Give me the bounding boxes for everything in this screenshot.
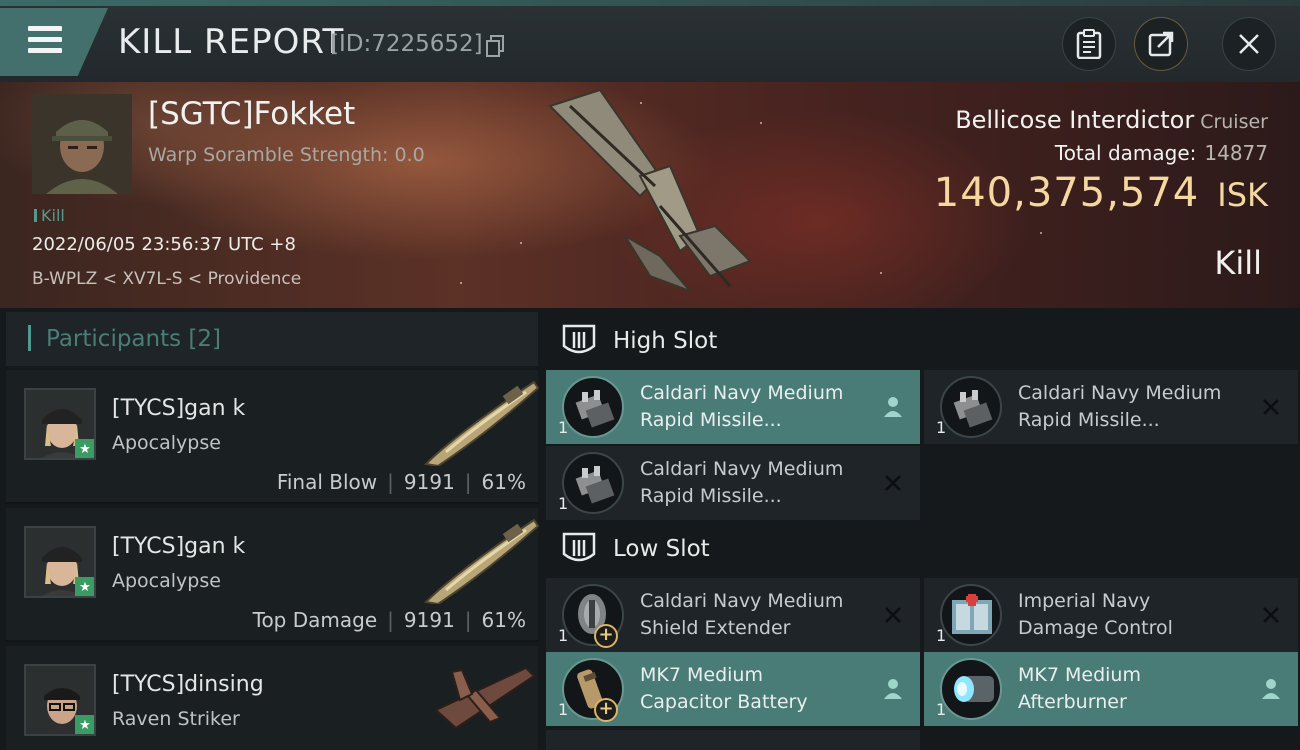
star-icon: ★ [75, 715, 94, 734]
high-slot-title: High Slot [613, 328, 718, 354]
damage-control-icon [940, 584, 1002, 646]
participant-ship: Apocalypse [112, 432, 221, 454]
participant-ship: Apocalypse [112, 570, 221, 592]
module-item[interactable]: + 1 MK7 Medium Capacitor Battery [546, 652, 920, 726]
module-item[interactable]: 1 Imperial Navy Damage Control [924, 578, 1298, 652]
kill-location: B-WPLZ < XV7L-S < Providence [32, 269, 302, 289]
participant-name[interactable]: [TYCS]dinsing [112, 672, 264, 697]
pilot-portrait-icon [32, 94, 132, 194]
launcher-icon [940, 376, 1002, 438]
afterburner-icon [940, 658, 1002, 720]
module-quantity: 1 [936, 418, 947, 437]
menu-button[interactable] [0, 8, 108, 76]
high-slot-header: High Slot [546, 312, 1300, 372]
victim-ship-image[interactable] [540, 86, 760, 304]
victim-ship-name: Bellicose Interdictor Cruiser [955, 106, 1268, 134]
module-name: Caldari Navy Medium Shield Extender [640, 590, 844, 639]
module-name: Caldari Navy Medium Rapid Missile... [640, 458, 844, 507]
destroyed-icon [1258, 602, 1284, 628]
dropped-icon [1258, 676, 1284, 702]
module-quantity: 1 [558, 700, 569, 719]
module-quantity: 1 [936, 626, 947, 645]
module-name: Caldari Navy Medium Rapid Missile... [1018, 382, 1222, 431]
launcher-icon [562, 452, 624, 514]
destroyed-icon [880, 470, 906, 496]
plus-icon: + [594, 624, 618, 648]
avatar: ★ [24, 664, 96, 736]
avatar: ★ [24, 526, 96, 598]
clipboard-icon [1076, 29, 1102, 59]
copy-icon[interactable] [486, 35, 504, 57]
module-item[interactable]: + 1 Caldari Navy Medium Shield Extender [546, 578, 920, 652]
module-item-partial[interactable] [546, 730, 920, 750]
participant-ship: Raven Striker [112, 708, 240, 730]
launcher-icon [562, 376, 624, 438]
title-bar: KILL REPORT [ID:7225652] [0, 0, 1300, 82]
close-button[interactable] [1222, 17, 1276, 71]
participant-role: Top Damage [252, 608, 378, 632]
dropped-icon [880, 394, 906, 420]
module-quantity: 1 [558, 626, 569, 645]
plus-icon: + [594, 698, 618, 722]
high-slot-icon [562, 324, 596, 354]
participants-title: Participants [2] [46, 326, 221, 352]
page-title: KILL REPORT [118, 22, 345, 62]
participant-row[interactable]: ★ [TYCS]dinsing Raven Striker [6, 646, 538, 750]
participant-row[interactable]: ★ [TYCS]gan k Apocalypse Top Damage | 9191… [6, 508, 540, 642]
module-item[interactable]: 1 Caldari Navy Medium Rapid Missile... [924, 370, 1298, 444]
clipboard-button[interactable] [1062, 17, 1116, 71]
module-name: Imperial Navy Damage Control [1018, 590, 1173, 639]
close-icon [1239, 34, 1259, 54]
participant-stats: Final Blow | 9191 | 61% [276, 470, 526, 494]
raven-striker-ship-icon [434, 666, 536, 730]
participant-name[interactable]: [TYCS]gan k [112, 534, 245, 559]
module-item[interactable]: 1 MK7 Medium Afterburner [924, 652, 1298, 726]
module-item[interactable]: 1 Caldari Navy Medium Rapid Missile... [546, 446, 920, 520]
participant-damage: 9191 [403, 470, 455, 494]
module-name: MK7 Medium Afterburner [1018, 664, 1141, 713]
avatar: ★ [24, 388, 96, 460]
module-quantity: 1 [558, 494, 569, 513]
participant-percent: 61% [481, 608, 526, 632]
dropped-icon [880, 676, 906, 702]
participant-stats: Top Damage | 9191 | 61% [252, 608, 526, 632]
star-icon: ★ [75, 439, 94, 458]
module-name: MK7 Medium Capacitor Battery [640, 664, 808, 713]
module-quantity: 1 [936, 700, 947, 719]
module-name: Caldari Navy Medium Rapid Missile... [640, 382, 844, 431]
destroyed-icon [880, 602, 906, 628]
low-slot-header: Low Slot [546, 520, 1300, 580]
report-id: [ID:7225652] [330, 31, 483, 57]
low-slot-title: Low Slot [613, 536, 710, 562]
module-quantity: 1 [558, 418, 569, 437]
participant-damage: 9191 [403, 608, 455, 632]
total-damage: Total damage: 14877 [1054, 141, 1268, 165]
kill-result: Kill [1214, 244, 1262, 282]
warp-scramble-strength: Warp Soramble Strength: 0.0 [148, 144, 425, 166]
participant-percent: 61% [481, 470, 526, 494]
apocalypse-ship-icon [423, 380, 540, 466]
victim-name[interactable]: [SGTC]Fokket [148, 96, 355, 132]
victim-portrait[interactable] [32, 94, 132, 194]
destroyed-icon [1258, 394, 1284, 420]
participant-row[interactable]: ★ [TYCS]gan k Apocalypse Final Blow | 9191… [6, 370, 540, 504]
isk-value: 140,375,574 ISK [933, 170, 1268, 216]
low-slot-icon [562, 532, 596, 562]
module-item[interactable]: 1 Caldari Navy Medium Rapid Missile... [546, 370, 920, 444]
participant-role: Final Blow [276, 470, 378, 494]
participants-header: Participants [2] [6, 312, 538, 366]
kill-tag: Kill [34, 206, 65, 225]
share-icon [1148, 31, 1174, 57]
apocalypse-ship-icon [423, 518, 540, 604]
star-icon: ★ [75, 577, 94, 596]
share-button[interactable] [1134, 17, 1188, 71]
kill-timestamp: 2022/06/05 23:56:37 UTC +8 [32, 234, 296, 255]
participant-name[interactable]: [TYCS]gan k [112, 396, 245, 421]
victim-banner: [SGTC]Fokket Warp Soramble Strength: 0.0… [0, 82, 1300, 308]
